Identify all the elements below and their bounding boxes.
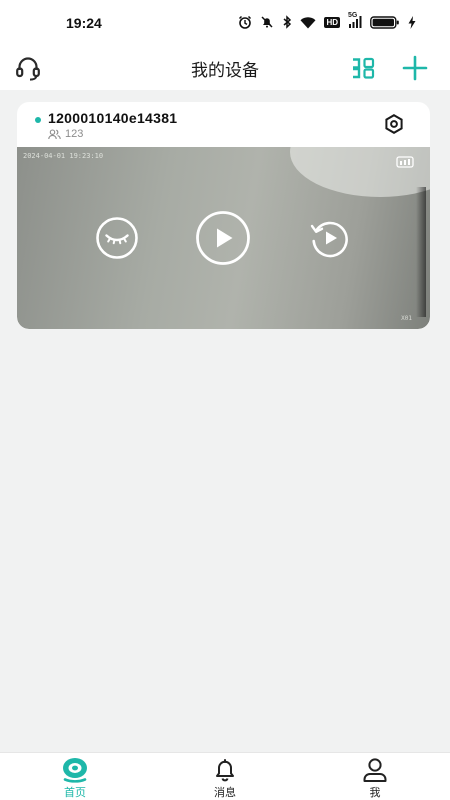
page-title: 我的设备 xyxy=(191,61,259,81)
home-camera-icon xyxy=(63,758,87,783)
online-status-dot xyxy=(35,117,41,123)
shared-group-row: 123 xyxy=(48,128,83,140)
bottom-tab-bar: 首页 消息 我 xyxy=(0,752,450,800)
tab-home-label: 首页 xyxy=(64,786,86,799)
plus-icon xyxy=(402,55,428,81)
playback-button[interactable] xyxy=(307,215,353,261)
status-time: 19:24 xyxy=(66,15,102,31)
video-signal-badge xyxy=(396,153,414,172)
alarm-icon xyxy=(239,15,252,29)
add-device-button[interactable] xyxy=(399,52,431,84)
tab-profile-label: 我 xyxy=(369,786,381,799)
view-toggle-button[interactable] xyxy=(347,52,379,84)
users-icon xyxy=(48,128,61,139)
app-header: 我的设备 xyxy=(0,44,450,90)
charging-icon xyxy=(408,15,416,29)
video-preview[interactable]: 2024-04-01 19:23:10 X01 xyxy=(17,147,430,329)
sleep-mode-button[interactable] xyxy=(94,215,140,261)
wifi-icon xyxy=(300,16,316,28)
mute-icon xyxy=(261,16,273,28)
status-bar: 19:24 HD 5G xyxy=(0,0,450,44)
grid-view-icon xyxy=(353,57,375,79)
status-icons: HD 5G xyxy=(238,12,416,31)
device-card[interactable]: 1200010140e14381 123 2024-04-01 19:23:10… xyxy=(17,102,430,329)
battery-icon xyxy=(370,15,399,29)
device-name: 1200010140e14381 xyxy=(48,110,178,126)
signal-group: 5G xyxy=(348,12,362,29)
video-edge-shadow xyxy=(416,187,426,317)
device-settings-button[interactable] xyxy=(382,112,406,136)
video-corner-label: X01 xyxy=(401,315,412,322)
replay-icon xyxy=(310,221,348,258)
settings-icon xyxy=(385,114,403,134)
play-button[interactable] xyxy=(195,210,251,266)
tab-messages-label: 消息 xyxy=(214,786,236,799)
shared-group-label: 123 xyxy=(65,128,84,140)
network-type-label: 5G xyxy=(348,12,358,19)
signal-badge-icon xyxy=(396,156,414,168)
bluetooth-icon xyxy=(283,15,292,29)
tab-home[interactable]: 首页 xyxy=(0,753,150,800)
video-timestamp: 2024-04-01 19:23:10 xyxy=(23,152,104,160)
sleep-eye-icon xyxy=(96,217,138,259)
play-icon xyxy=(196,211,250,265)
tab-messages[interactable]: 消息 xyxy=(150,753,300,800)
hd-badge: HD xyxy=(324,16,340,28)
tab-profile[interactable]: 我 xyxy=(300,753,450,800)
bell-icon xyxy=(216,759,234,782)
user-icon xyxy=(363,758,387,782)
